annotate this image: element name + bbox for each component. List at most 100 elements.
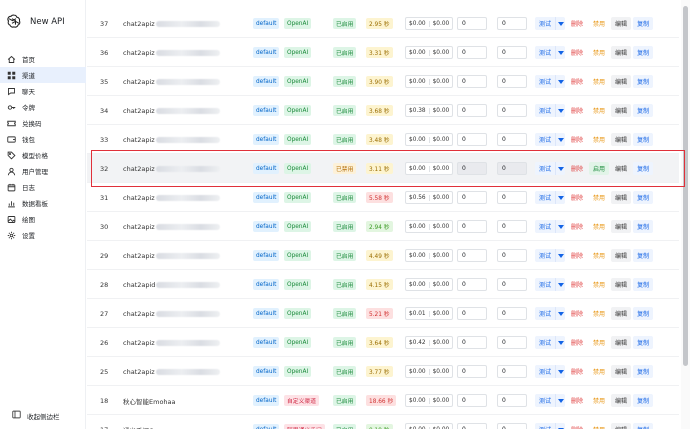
test-button[interactable]: 测试 <box>535 135 555 144</box>
sidebar-item-logs[interactable]: 日志 <box>0 179 86 195</box>
edit-button[interactable]: 编辑 <box>611 394 632 407</box>
test-button[interactable]: 测试 <box>535 367 555 376</box>
delete-button[interactable]: 删除 <box>567 249 587 262</box>
table-row[interactable]: 25 chat2apiz default OpenAI 已启用 3.77 秒 $0.00 $0… <box>87 357 679 386</box>
response-time-badge[interactable]: 3.31 秒 <box>366 47 393 58</box>
test-button-group[interactable]: 测试 <box>535 336 566 349</box>
weight-input[interactable]: 0 <box>497 336 527 349</box>
test-button[interactable]: 测试 <box>535 338 555 347</box>
test-dropdown-button[interactable] <box>555 46 565 59</box>
test-button[interactable]: 测试 <box>535 48 555 57</box>
weight-input[interactable]: 0 <box>497 17 527 30</box>
remaining-balance[interactable]: $0.00 <box>428 107 453 114</box>
balance-group[interactable]: $0.00$0.00 <box>405 75 454 88</box>
edit-button[interactable]: 编辑 <box>611 133 632 146</box>
disable-button[interactable]: 禁用 <box>589 75 609 88</box>
balance-group[interactable]: $0.00$0.00 <box>405 365 454 378</box>
balance-group[interactable]: $0.00$0.00 <box>405 220 454 233</box>
test-button-group[interactable]: 测试 <box>535 133 566 146</box>
weight-input[interactable]: 0 <box>497 46 527 59</box>
copy-button[interactable]: 复制 <box>633 278 654 291</box>
sidebar-item-wallet[interactable]: 钱包 <box>0 131 86 147</box>
priority-input[interactable]: 0 <box>457 17 487 30</box>
remaining-balance[interactable]: $0.00 <box>428 397 453 404</box>
priority-input[interactable]: 0 <box>457 423 487 429</box>
weight-input[interactable]: 0 <box>497 191 527 204</box>
test-dropdown-button[interactable] <box>555 336 565 349</box>
remaining-balance[interactable]: $0.00 <box>428 339 453 346</box>
copy-button[interactable]: 复制 <box>633 162 654 175</box>
weight-input[interactable]: 0 <box>497 104 527 117</box>
edit-button[interactable]: 编辑 <box>611 278 632 291</box>
edit-button[interactable]: 编辑 <box>611 104 632 117</box>
copy-button[interactable]: 复制 <box>633 336 654 349</box>
test-dropdown-button[interactable] <box>555 307 565 320</box>
response-time-badge[interactable]: 3.68 秒 <box>366 105 393 116</box>
balance-group[interactable]: $0.56 $0.00 <box>405 191 454 204</box>
priority-input[interactable]: 0 <box>457 278 487 291</box>
table-row[interactable]: 31 chat2apiz default OpenAI 已启用 5.58 秒 $0.56 $0… <box>87 183 679 212</box>
disable-button[interactable]: 禁用 <box>589 46 609 59</box>
table-row[interactable]: 30 chat2apiz default OpenAI 已启用 2.94 秒 $0.00 $0… <box>87 212 679 241</box>
edit-button[interactable]: 编辑 <box>611 249 632 262</box>
test-dropdown-button[interactable] <box>555 278 565 291</box>
sidebar-item-home[interactable]: 首页 <box>0 51 86 67</box>
weight-input[interactable]: 0 <box>497 278 527 291</box>
balance-group[interactable]: $0.38 $0.00 <box>405 104 454 117</box>
weight-input[interactable]: 0 <box>497 162 527 175</box>
remaining-balance[interactable]: $0.00 <box>428 281 453 288</box>
table-row[interactable]: 37 chat2apiz default OpenAI 已启用 2.95 秒 $0.00 $0… <box>87 9 679 38</box>
test-dropdown-button[interactable] <box>555 365 565 378</box>
test-dropdown-button[interactable] <box>555 75 565 88</box>
disable-button[interactable]: 禁用 <box>589 17 609 30</box>
test-button-group[interactable]: 测试 <box>535 191 566 204</box>
balance-group[interactable]: $0.00$0.00 <box>405 133 454 146</box>
table-row[interactable]: 29 chat2apiz default OpenAI 已启用 4.49 秒 $0.00 $0… <box>87 241 679 270</box>
disable-button[interactable]: 禁用 <box>589 133 609 146</box>
test-dropdown-button[interactable] <box>555 191 565 204</box>
response-time-badge[interactable]: 18.66 秒 <box>366 395 397 406</box>
response-time-badge[interactable]: 4.15 秒 <box>366 279 393 290</box>
balance-group[interactable]: $0.00$0.00 <box>405 162 454 175</box>
edit-button[interactable]: 编辑 <box>611 307 632 320</box>
edit-button[interactable]: 编辑 <box>611 46 632 59</box>
response-time-badge[interactable]: 2.95 秒 <box>366 18 393 29</box>
response-time-badge[interactable]: 3.77 秒 <box>366 366 393 377</box>
response-time-badge[interactable]: 4.49 秒 <box>366 250 393 261</box>
table-row[interactable]: 17通义千问Qwen default 阿里通义千问 已启用 0.19 秒 $0.00$0.… <box>87 415 679 429</box>
weight-input[interactable]: 0 <box>497 423 527 429</box>
response-time-badge[interactable]: 2.94 秒 <box>366 221 393 232</box>
priority-input[interactable]: 0 <box>457 220 487 233</box>
response-time-badge[interactable]: 0.19 秒 <box>366 424 393 429</box>
response-time-badge[interactable]: 5.58 秒 <box>366 192 393 203</box>
test-button[interactable]: 测试 <box>535 193 555 202</box>
remaining-balance[interactable]: $0.00 <box>428 78 453 85</box>
sidebar-item-users[interactable]: 用户管理 <box>0 163 86 179</box>
remaining-balance[interactable]: $0.00 <box>428 310 453 317</box>
sidebar-item-settings[interactable]: 设置 <box>0 227 86 243</box>
balance-group[interactable]: $0.01 $0.00 <box>405 307 454 320</box>
enable-button[interactable]: 启用 <box>589 162 610 175</box>
delete-button[interactable]: 删除 <box>567 191 587 204</box>
response-time-badge[interactable]: 3.48 秒 <box>366 134 393 145</box>
test-button-group[interactable]: 测试 <box>535 278 566 291</box>
response-time-badge[interactable]: 3.90 秒 <box>366 76 393 87</box>
priority-input[interactable]: 0 <box>457 249 487 262</box>
priority-input[interactable]: 0 <box>457 162 487 175</box>
disable-button[interactable]: 禁用 <box>589 307 609 320</box>
brand[interactable]: New API <box>6 12 65 32</box>
collapse-sidebar-button[interactable]: 收起侧边栏 <box>6 410 60 421</box>
remaining-balance[interactable]: $0.00 <box>428 368 453 375</box>
remaining-balance[interactable]: $0.00 <box>428 165 453 172</box>
weight-input[interactable]: 0 <box>497 133 527 146</box>
disable-button[interactable]: 禁用 <box>589 423 609 429</box>
disable-button[interactable]: 禁用 <box>589 220 609 233</box>
priority-input[interactable]: 0 <box>457 394 487 407</box>
disable-button[interactable]: 禁用 <box>589 394 609 407</box>
table-row[interactable]: 18 秋心智能Emohaa default 自定义渠道 已启用 18.66 秒 $0.00 $… <box>87 386 679 415</box>
copy-button[interactable]: 复制 <box>633 394 654 407</box>
weight-input[interactable]: 0 <box>497 75 527 88</box>
edit-button[interactable]: 编辑 <box>611 191 632 204</box>
priority-input[interactable]: 0 <box>457 365 487 378</box>
test-dropdown-button[interactable] <box>555 133 565 146</box>
